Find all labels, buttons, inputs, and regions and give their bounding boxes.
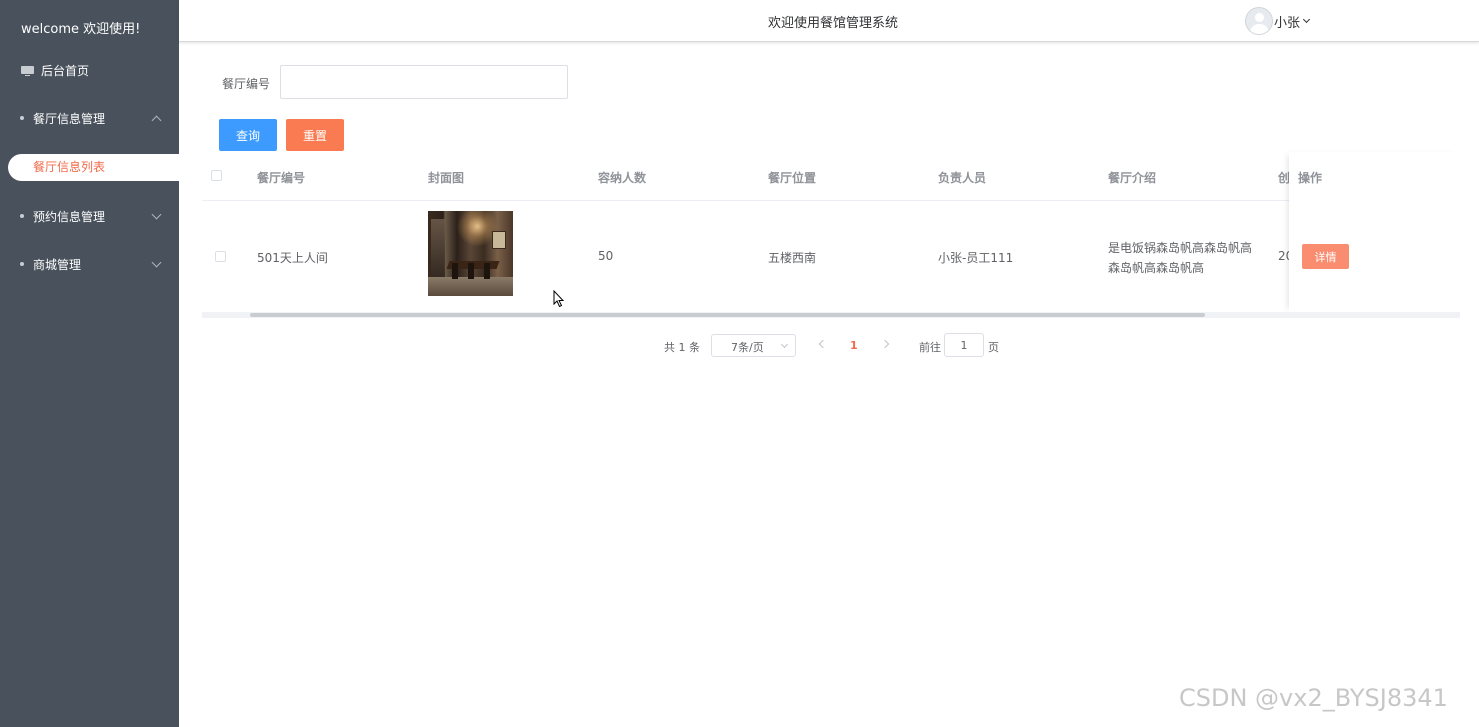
column-header: 餐厅位置 xyxy=(768,171,817,185)
sidebar-group-label: 预约信息管理 xyxy=(33,209,106,224)
sidebar-item-restaurant-list[interactable]: 餐厅信息列表 xyxy=(8,154,179,181)
reset-button[interactable]: 重置 xyxy=(286,119,344,151)
page-title: 欢迎使用餐馆管理系统 xyxy=(768,16,899,31)
query-button[interactable]: 查询 xyxy=(219,119,277,151)
avatar[interactable] xyxy=(1245,7,1273,35)
page-number-current[interactable]: 1 xyxy=(850,339,858,352)
chevron-down-icon xyxy=(780,340,789,349)
next-page-icon[interactable] xyxy=(880,339,890,349)
page-suffix: 页 xyxy=(988,341,999,354)
chevron-down-icon xyxy=(151,209,162,219)
sidebar-welcome: welcome 欢迎使用! xyxy=(21,22,141,37)
cell-location: 五楼西南 xyxy=(768,251,817,265)
top-header: 欢迎使用餐馆管理系统 小张 xyxy=(179,0,1479,42)
column-header: 负责人员 xyxy=(938,171,987,185)
table-header: 餐厅编号 封面图 容纳人数 餐厅位置 负责人员 餐厅介绍 创 xyxy=(202,152,1460,201)
bullet-icon xyxy=(20,214,24,218)
sidebar-group-reservation-info[interactable]: 预约信息管理 xyxy=(0,206,179,226)
monitor-icon xyxy=(21,65,34,76)
detail-button[interactable]: 详情 xyxy=(1302,244,1349,269)
restaurant-id-input[interactable] xyxy=(280,65,568,99)
row-checkbox[interactable] xyxy=(215,251,226,262)
sidebar-item-home[interactable]: 后台首页 xyxy=(21,62,89,79)
cell-intro-line2: 森岛帆高森岛帆高 xyxy=(1108,261,1205,275)
column-header-operation: 操作 xyxy=(1298,171,1323,185)
restaurant-table: 餐厅编号 封面图 容纳人数 餐厅位置 负责人员 餐厅介绍 创 501天上人间 5… xyxy=(202,152,1460,318)
search-label: 餐厅编号 xyxy=(222,77,271,91)
goto-page-input[interactable] xyxy=(944,333,984,357)
user-menu[interactable]: 小张 xyxy=(1245,7,1311,35)
pagination-total: 共 1 条 xyxy=(664,341,700,354)
sidebar-group-label: 餐厅信息管理 xyxy=(33,111,106,126)
cell-intro-line1: 是电饭锅森岛帆高森岛帆高 xyxy=(1108,241,1253,255)
user-name[interactable]: 小张 xyxy=(1274,12,1300,31)
prev-page-icon[interactable] xyxy=(818,339,828,349)
caret-down-icon[interactable] xyxy=(1302,15,1311,24)
cell-restaurant-id: 501天上人间 xyxy=(257,251,328,265)
table-row: 501天上人间 50 五楼西南 小张-员工111 是电饭锅森岛帆高森岛帆高 森岛… xyxy=(202,201,1460,313)
sidebar: welcome 欢迎使用! 后台首页 餐厅信息管理 餐厅信息列表 预约信息管理 … xyxy=(0,0,179,727)
cover-image xyxy=(428,211,513,296)
watermark: CSDN @vx2_BYSJ8341 xyxy=(1179,684,1448,712)
cell-staff: 小张-员工111 xyxy=(938,251,1014,265)
operation-column: 操作 详情 xyxy=(1289,152,1460,312)
page-size-value: 7条/页 xyxy=(731,341,764,354)
cell-capacity: 50 xyxy=(598,249,614,263)
bullet-icon xyxy=(20,116,24,120)
mouse-cursor-icon xyxy=(553,290,565,308)
goto-label: 前往 xyxy=(919,341,941,354)
select-all-checkbox[interactable] xyxy=(211,170,222,181)
sidebar-group-label: 商城管理 xyxy=(33,257,82,272)
chevron-down-icon xyxy=(151,257,162,267)
scrollbar-thumb[interactable] xyxy=(250,313,1205,317)
sidebar-group-mall[interactable]: 商城管理 xyxy=(0,254,179,274)
bullet-icon xyxy=(20,262,24,266)
column-header: 封面图 xyxy=(428,171,465,185)
column-header: 餐厅介绍 xyxy=(1108,171,1157,185)
sidebar-group-restaurant-info[interactable]: 餐厅信息管理 xyxy=(0,108,179,128)
chevron-up-icon xyxy=(151,115,162,125)
column-header: 餐厅编号 xyxy=(257,171,306,185)
sidebar-item-home-label: 后台首页 xyxy=(41,64,90,78)
column-header: 容纳人数 xyxy=(598,171,647,185)
table-horizontal-scrollbar[interactable] xyxy=(202,312,1460,318)
page-size-select[interactable]: 7条/页 xyxy=(711,334,796,357)
